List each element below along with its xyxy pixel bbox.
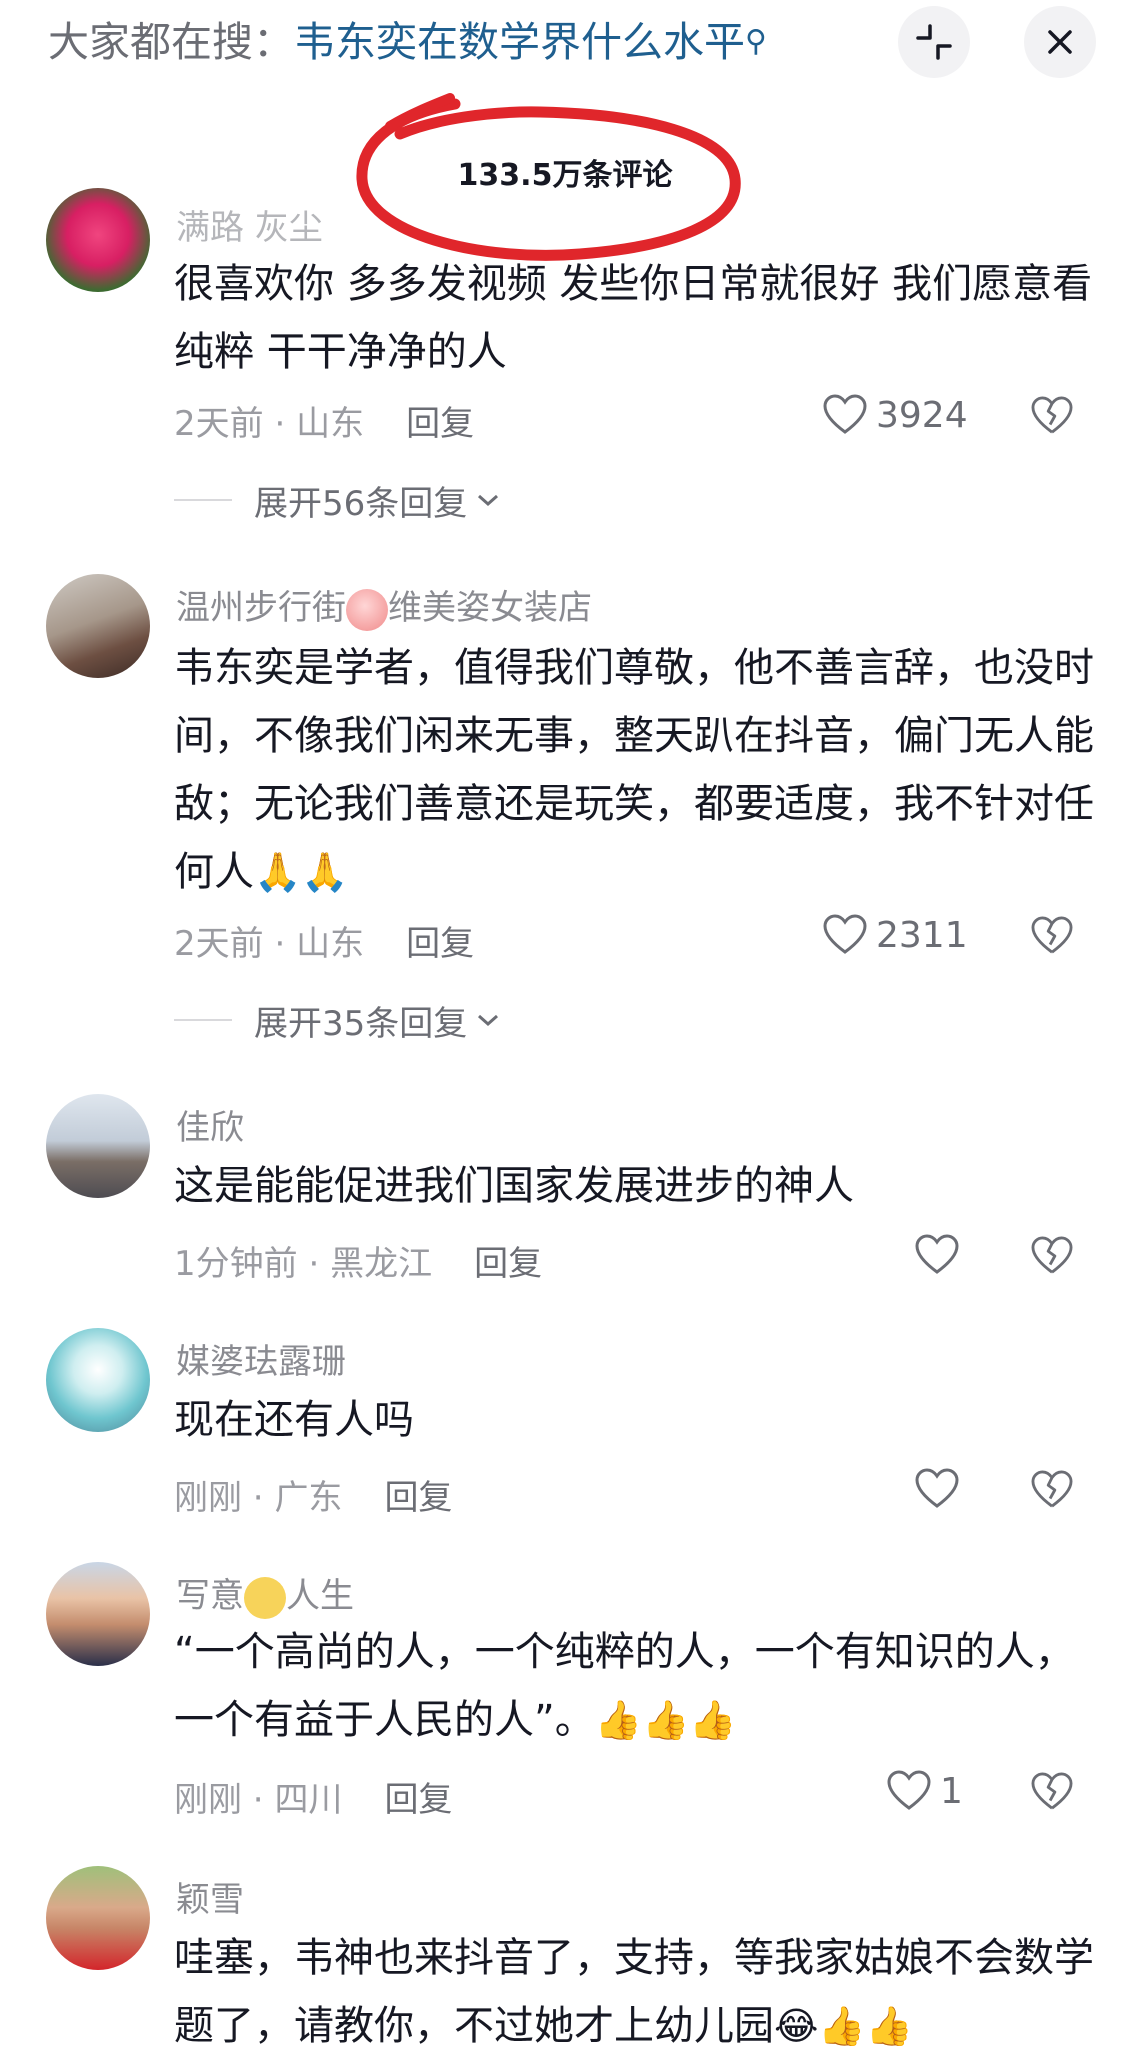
avatar[interactable] — [46, 1866, 150, 1970]
comment-location: 山东 — [296, 404, 365, 444]
comment-location: 四川 — [274, 1780, 343, 1820]
reply-button[interactable]: 回复 — [384, 1780, 452, 1820]
comment-text: “一个高尚的人，一个纯粹的人，一个有知识的人，一个有益于人民的人”。👍👍👍 — [174, 1618, 1094, 1754]
like-button[interactable]: 2311 — [822, 914, 968, 956]
expand-replies-label: 展开56条回复 — [254, 483, 468, 524]
comment-text-body: 哇塞，韦神也来抖音了，支持，等我家姑娘不会数学题了，请教你，不过她才上幼儿园 — [174, 1935, 1094, 2049]
collapse-button[interactable] — [898, 6, 970, 78]
username-part: 温州步行街 — [176, 588, 346, 628]
like-count: 1 — [940, 1770, 963, 1812]
comment-time: 2天前 — [174, 404, 264, 444]
heart-icon — [823, 394, 867, 434]
expand-divider — [174, 1019, 232, 1021]
broken-heart-icon — [1031, 1772, 1073, 1810]
like-button[interactable] — [914, 1468, 960, 1510]
comment-text: 哇塞，韦神也来抖音了，支持，等我家姑娘不会数学题了，请教你，不过她才上幼儿园😂👍… — [174, 1924, 1094, 2060]
comment-username[interactable]: 满路 灰尘 — [176, 200, 323, 249]
expand-divider — [174, 499, 232, 501]
peach-icon — [346, 588, 388, 631]
avatar[interactable] — [46, 1328, 150, 1432]
collapse-icon — [916, 24, 952, 60]
comment-meta: 1分钟前 · 黑龙江 回复 — [174, 1244, 543, 1284]
laugh-thumbs-emoji: 😂👍👍 — [774, 2004, 914, 2048]
close-button[interactable] — [1024, 6, 1096, 78]
search-prefix: 大家都在搜： — [48, 18, 294, 66]
dislike-button[interactable] — [1030, 1236, 1074, 1280]
comment-text: 韦东奕是学者，值得我们尊敬，他不善言辞，也没时间，不像我们闲来无事，整天趴在抖音… — [174, 634, 1094, 906]
comment-time: 1分钟前 — [174, 1244, 298, 1284]
comment-username[interactable]: 写意 人生 — [176, 1568, 354, 1619]
like-count: 3924 — [876, 394, 968, 436]
username-part: 写意 — [176, 1576, 244, 1616]
avatar[interactable] — [46, 1562, 150, 1666]
thumbs-up-emoji: 👍👍👍 — [594, 1698, 737, 1742]
like-button[interactable] — [914, 1234, 960, 1276]
comment-username[interactable]: 佳欣 — [176, 1100, 244, 1149]
username-part: 维美姿女装店 — [388, 588, 592, 628]
avatar[interactable] — [46, 574, 150, 678]
red-annotation-circle — [356, 93, 741, 261]
heart-icon — [823, 914, 867, 954]
comment-time: 刚刚 — [174, 1780, 242, 1820]
comment-meta: 2天前 · 山东 回复 — [174, 924, 475, 964]
comment-username[interactable]: 颖雪 — [176, 1872, 244, 1921]
dislike-button[interactable] — [1030, 1470, 1074, 1514]
comment-meta: 刚刚 · 广东 回复 — [174, 1478, 453, 1518]
broken-heart-icon — [1031, 916, 1073, 954]
search-icon: ⚲ — [745, 24, 767, 59]
comment-location: 山东 — [296, 924, 365, 964]
grin-emoji-icon — [244, 1576, 286, 1619]
like-button[interactable]: 1 — [886, 1770, 963, 1812]
broken-heart-icon — [1031, 1470, 1073, 1508]
dislike-button[interactable] — [1030, 916, 1074, 960]
comment-text: 现在还有人吗 — [174, 1397, 414, 1443]
heart-icon — [887, 1770, 931, 1810]
expand-replies[interactable]: 展开56条回复 — [174, 480, 503, 524]
comment-text: 很喜欢你 多多发视频 发些你日常就很好 我们愿意看 纯粹 干干净净的人 — [174, 261, 1093, 375]
heart-icon — [915, 1468, 959, 1508]
reply-button[interactable]: 回复 — [406, 404, 474, 444]
expand-replies[interactable]: 展开35条回复 — [174, 1000, 503, 1044]
reply-button[interactable]: 回复 — [406, 924, 474, 964]
comment-location: 广东 — [274, 1478, 343, 1518]
comment-username[interactable]: 温州步行街 维美姿女装店 — [176, 580, 592, 631]
broken-heart-icon — [1031, 396, 1073, 434]
dislike-button[interactable] — [1030, 1772, 1074, 1816]
chevron-down-icon — [478, 494, 499, 507]
close-icon — [1048, 30, 1072, 54]
search-suggestion[interactable]: 大家都在搜：韦东奕在数学界什么水平⚲ — [48, 14, 767, 70]
pray-emoji: 🙏🙏 — [254, 850, 349, 894]
comment-username[interactable]: 媒婆珐露珊 — [176, 1334, 346, 1383]
comment-meta: 刚刚 · 四川 回复 — [174, 1780, 453, 1820]
like-button[interactable]: 3924 — [822, 394, 968, 436]
reply-button[interactable]: 回复 — [384, 1478, 452, 1518]
chevron-down-icon — [478, 1014, 499, 1027]
broken-heart-icon — [1031, 1236, 1073, 1274]
comment-text: 这是能能促进我们国家发展进步的神人 — [174, 1163, 854, 1209]
avatar[interactable] — [46, 1094, 150, 1198]
heart-icon — [915, 1234, 959, 1274]
expand-replies-label: 展开35条回复 — [254, 1003, 468, 1044]
avatar[interactable] — [46, 188, 150, 292]
dislike-button[interactable] — [1030, 396, 1074, 440]
comment-location: 黑龙江 — [330, 1244, 433, 1284]
like-count: 2311 — [876, 914, 968, 956]
comment-time: 2天前 — [174, 924, 264, 964]
reply-button[interactable]: 回复 — [474, 1244, 542, 1284]
username-part: 人生 — [286, 1576, 354, 1616]
comment-meta: 2天前 · 山东 回复 — [174, 404, 475, 444]
comment-time: 刚刚 — [174, 1478, 242, 1518]
search-query[interactable]: 韦东奕在数学界什么水平 — [294, 18, 745, 66]
